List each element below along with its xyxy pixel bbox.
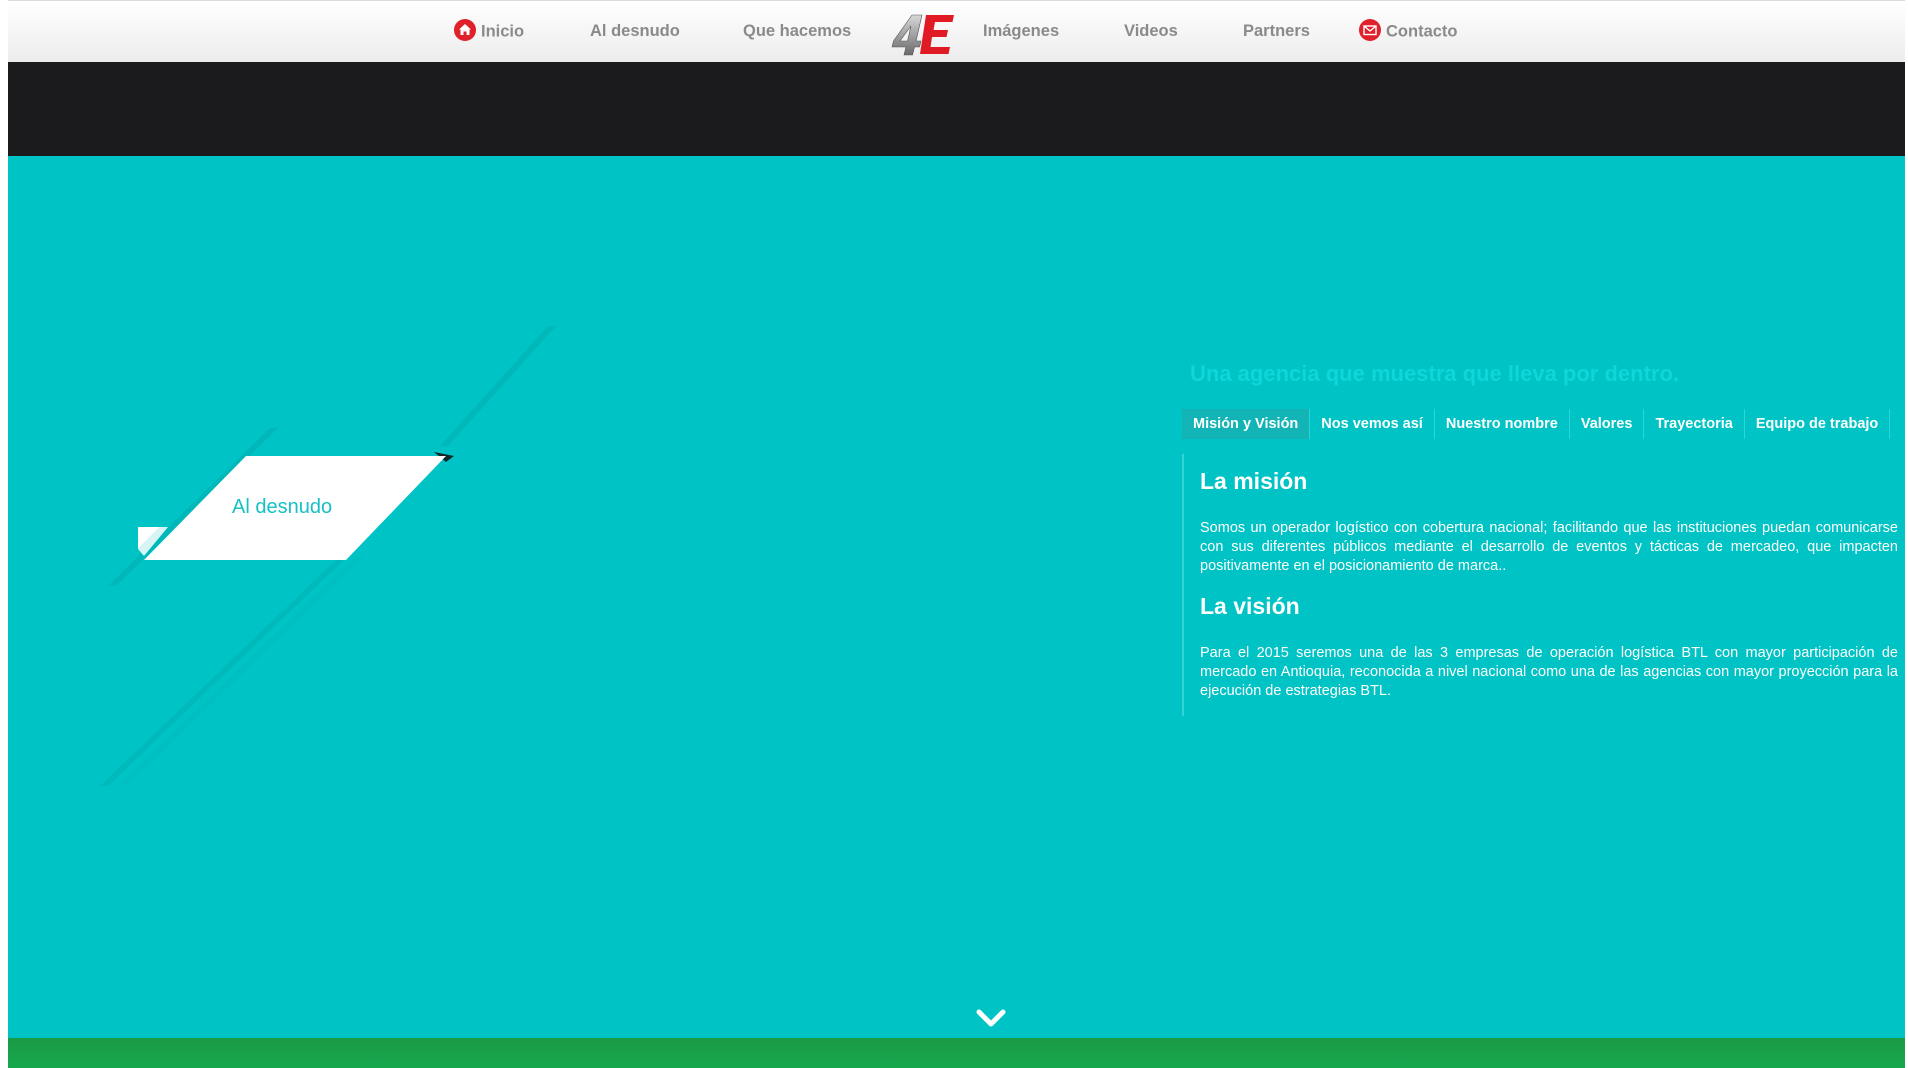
mail-icon <box>1359 19 1381 41</box>
vision-title: La visión <box>1200 593 1300 619</box>
nav-label: Al desnudo <box>590 22 680 40</box>
vision-text: Para el 2015 seremos una de las 3 empres… <box>1200 645 1898 699</box>
mision-text: Somos un operador logístico con cobertur… <box>1200 520 1898 574</box>
tab-equipo-de-trabajo[interactable]: Equipo de trabajo <box>1745 409 1891 439</box>
nav-item-imagenes[interactable]: Imágenes <box>983 21 1059 41</box>
nav-item-al-desnudo[interactable]: Al desnudo <box>590 21 680 41</box>
nav-label: Imágenes <box>983 22 1060 40</box>
nav-item-inicio[interactable]: Inicio <box>454 19 525 43</box>
nav-label: Contacto <box>1386 22 1458 41</box>
nav-label: Partners <box>1243 22 1310 40</box>
tab-nos-vemos-asi[interactable]: Nos vemos así <box>1310 409 1435 439</box>
footer-band <box>8 1038 1905 1068</box>
top-nav: Inicio Al desnudo Que hacemos Imágenes V… <box>8 0 1905 63</box>
logo-4e-icon <box>891 14 954 56</box>
ribbon-label[interactable]: Al desnudo <box>232 496 332 519</box>
scroll-down-button[interactable] <box>971 1004 1011 1034</box>
mision-title: La misión <box>1200 468 1308 494</box>
section-ribbon: Al desnudo <box>8 156 608 856</box>
header-banner <box>8 62 1905 156</box>
nav-label: Que hacemos <box>743 22 852 40</box>
nav-label: Inicio <box>481 22 525 41</box>
nav-label: Videos <box>1124 22 1178 40</box>
nav-item-videos[interactable]: Videos <box>1124 21 1178 41</box>
nav-item-partners[interactable]: Partners <box>1243 21 1310 41</box>
nav-item-contacto[interactable]: Contacto <box>1359 19 1458 43</box>
tab-panel: La misión Somos un operador logístico co… <box>1182 454 1898 716</box>
home-icon <box>454 19 476 41</box>
brand-logo[interactable] <box>890 11 960 57</box>
page: Inicio Al desnudo Que hacemos Imágenes V… <box>8 0 1905 1068</box>
tab-nuestro-nombre[interactable]: Nuestro nombre <box>1435 409 1570 439</box>
tagline: Una agencia que muestra que lleva por de… <box>1190 361 1680 386</box>
tab-trayectoria[interactable]: Trayectoria <box>1644 409 1745 439</box>
chevron-down-icon <box>976 1009 1006 1027</box>
nav-item-que-hacemos[interactable]: Que hacemos <box>743 21 851 41</box>
content-tabs: Misión y Visión Nos vemos así Nuestro no… <box>1182 409 1891 439</box>
tab-valores[interactable]: Valores <box>1570 409 1645 439</box>
tab-mision-vision[interactable]: Misión y Visión <box>1182 409 1311 439</box>
main-section: Al desnudo Una agencia que muestra que l… <box>8 156 1905 1038</box>
